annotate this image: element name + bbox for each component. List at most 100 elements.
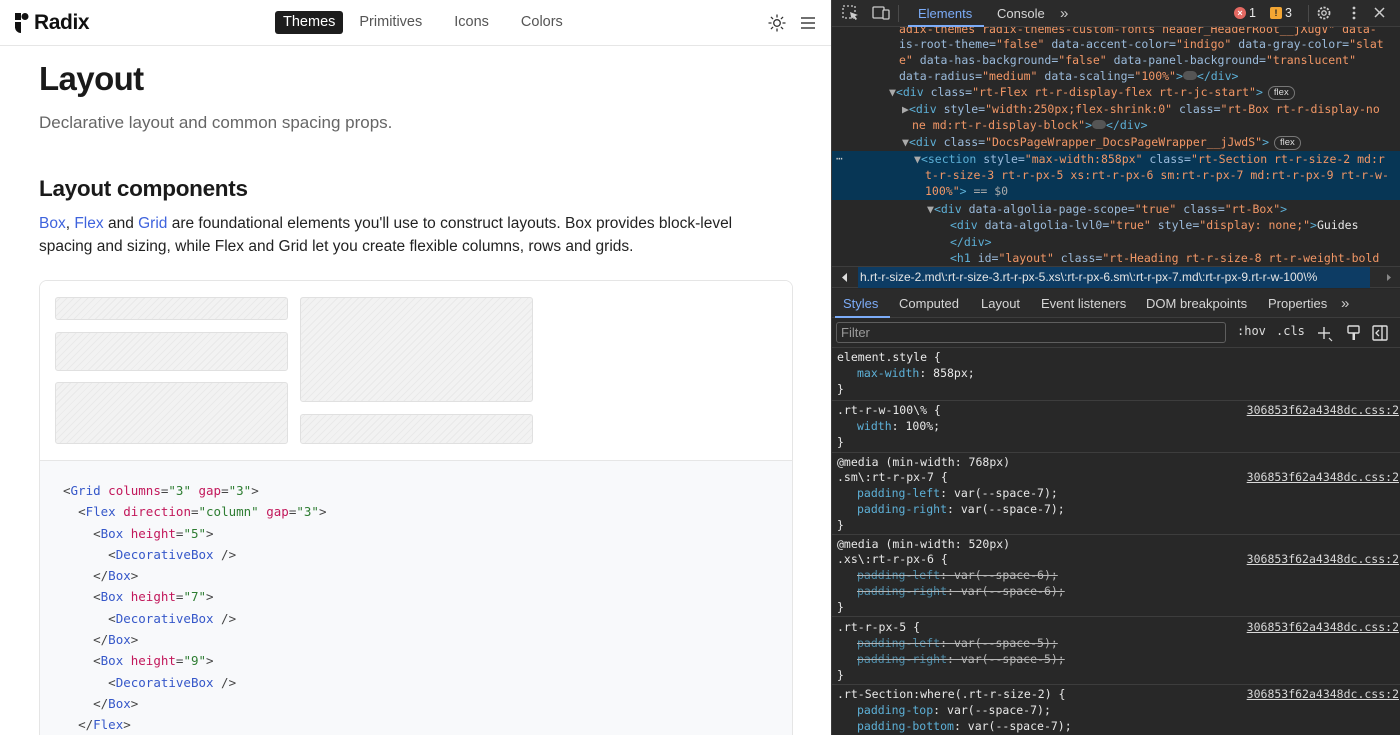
dom-tree: ⋯ adix-themes radix-themes-custom-fonts … [832,27,1400,266]
more-subtabs-chevron-icon[interactable]: » [1341,289,1349,318]
styles-filter-row: :hov .cls [832,318,1400,348]
dom-line[interactable]: ▼<div class="rt-Flex rt-r-display-flex r… [889,84,1295,100]
dom-line[interactable]: data-radius="medium" data-scaling="100%"… [899,68,1238,84]
rule-declaration[interactable]: padding-left: var(--space-7); [857,485,1058,501]
rule-declaration[interactable]: padding-right: var(--space-7); [857,501,1065,517]
code-line: </Box> [93,632,139,648]
code-line: </Box> [93,695,139,711]
style-rule-section-size2[interactable]: .rt-Section:where(.rt-r-size-2) { 306853… [832,685,1400,735]
close-devtools-icon[interactable] [1370,4,1390,22]
dom-line[interactable]: ne md:rt-r-display-block"> </div> [912,117,1148,133]
rule-source-link[interactable]: 306853f62a4348dc.css:2 [1247,619,1399,635]
subtab-event-listeners[interactable]: Event listeners [1041,289,1126,318]
expand-arrow-icon[interactable]: ▼ [914,152,921,166]
box-link[interactable]: Box [39,215,66,232]
more-options-icon[interactable] [1344,4,1364,22]
hamburger-menu-icon[interactable] [799,13,817,33]
code-line: </Box> [93,568,139,584]
rule-declaration[interactable]: padding-top: var(--space-7); [857,702,1051,718]
rule-source-link[interactable]: 306853f62a4348dc.css:2 [1247,686,1399,702]
expand-arrow-icon[interactable]: ▼ [902,135,909,149]
decorative-box [55,382,288,444]
style-rule-width[interactable]: .rt-r-w-100\% { 306853f62a4348dc.css:2 w… [832,401,1400,453]
breadcrumb-bar: h.rt-r-size-2.md\:rt-r-size-3.rt-r-px-5.… [832,266,1400,288]
dom-line[interactable]: <div data-algolia-lvl0="true" style="dis… [950,217,1359,233]
style-rule-element[interactable]: element.style { max-width: 858px; } [832,349,1400,401]
inspect-element-icon[interactable] [841,4,861,22]
nav-link-themes[interactable]: Themes [275,11,344,34]
rule-declaration-overridden[interactable]: padding-right: var(--space-5); [857,651,1065,667]
dom-line-selected[interactable]: 100%"> == $0 [925,183,1008,199]
code-line: </Flex> [78,717,131,733]
dom-line-selected[interactable]: ▼<section style="max-width:858px" class=… [914,151,1385,167]
dom-line[interactable]: ▶<div style="width:250px;flex-shrink:0" … [902,101,1380,117]
flex-badge[interactable]: flex [1274,135,1301,150]
rule-declaration[interactable]: padding-bottom: var(--space-7); [857,718,1072,734]
decorative-box [55,297,288,320]
rule-source-link[interactable]: 306853f62a4348dc.css:2 [1247,402,1399,418]
error-badge[interactable]: × 1 [1234,6,1256,20]
subtab-properties[interactable]: Properties [1268,289,1327,318]
dom-line[interactable]: </div> [950,234,992,250]
expand-arrow-icon[interactable]: ▼ [927,202,934,216]
warning-icon: ! [1270,7,1282,19]
breadcrumb-selected-node[interactable]: h.rt-r-size-2.md\:rt-r-size-3.rt-r-px-5.… [858,267,1370,288]
top-navigation: Radix Themes Primitives Icons Colors [0,0,831,46]
class-toggle[interactable]: .cls [1276,324,1305,338]
collapsed-ellipsis-icon[interactable] [1092,120,1107,129]
flex-link[interactable]: Flex [74,215,103,232]
toolbar-divider [898,5,899,22]
collapse-arrow-icon[interactable]: ▶ [902,102,909,116]
radix-logo[interactable]: Radix [14,10,90,36]
style-rule-sm-px7[interactable]: @media (min-width: 768px) .sm\:rt-r-px-7… [832,453,1400,535]
hover-state-toggle[interactable]: :hov [1237,324,1266,338]
nav-link-icons[interactable]: Icons [446,11,497,34]
code-line: <DecorativeBox /> [108,674,237,690]
rule-declaration[interactable]: width: 100%; [857,418,940,434]
breadcrumb-scroll-left-icon[interactable] [832,267,856,288]
style-rule-px5[interactable]: .rt-r-px-5 { 306853f62a4348dc.css:2 padd… [832,617,1400,685]
dom-line[interactable]: ▼<div data-algolia-page-scope="true" cla… [927,201,1287,217]
collapsed-ellipsis-icon[interactable] [1182,71,1197,80]
nav-link-primitives[interactable]: Primitives [351,11,430,34]
node-actions-icon[interactable]: ⋯ [836,151,843,167]
rule-declaration-overridden[interactable]: padding-left: var(--space-6); [857,567,1058,583]
rule-source-link[interactable]: 306853f62a4348dc.css:2 [1247,469,1399,485]
rule-close: } [837,435,844,449]
toggle-sidebar-icon[interactable] [1371,324,1389,342]
nav-link-colors[interactable]: Colors [513,11,571,34]
device-toolbar-icon[interactable] [871,4,891,22]
subtab-styles[interactable]: Styles [843,289,878,318]
rule-declaration-overridden[interactable]: padding-right: var(--space-6); [857,583,1065,599]
new-style-rule-plus-icon[interactable] [1316,325,1334,343]
code-line: <Box height="9"> [93,653,214,669]
rule-declaration[interactable]: max-width: 858px; [857,365,975,381]
dom-line[interactable]: e" data-has-background="false" data-pane… [899,52,1356,68]
dom-line-selected[interactable]: t-r-size-3 rt-r-px-5 xs:rt-r-px-6 sm:rt-… [925,167,1389,183]
tab-console[interactable]: Console [997,0,1045,27]
dom-line[interactable]: <h1 id="layout" class="rt-Heading rt-r-s… [950,250,1379,266]
logo-text: Radix [34,11,90,34]
error-icon: × [1234,7,1246,19]
subtab-layout[interactable]: Layout [981,289,1020,318]
dom-line[interactable]: ▼<div class="DocsPageWrapper_DocsPageWra… [902,134,1301,150]
subtab-computed[interactable]: Computed [899,289,959,318]
subtab-dom-breakpoints[interactable]: DOM breakpoints [1146,289,1247,318]
paint-brush-icon[interactable] [1345,324,1363,342]
more-tabs-chevron-icon[interactable]: » [1060,0,1068,27]
radix-logo-icon [15,13,29,33]
rule-selector: element.style { [837,350,941,364]
styles-filter-input[interactable] [836,322,1226,343]
breadcrumb-scroll-right-icon[interactable] [1378,267,1400,288]
flex-badge[interactable]: flex [1267,85,1295,100]
theme-toggle-sun-icon[interactable] [767,13,787,33]
warning-badge[interactable]: ! 3 [1270,6,1292,20]
dom-line[interactable]: is-root-theme="false" data-accent-color=… [899,36,1384,52]
tab-elements[interactable]: Elements [918,0,972,27]
style-rule-xs-px6[interactable]: @media (min-width: 520px) .xs\:rt-r-px-6… [832,535,1400,617]
rule-source-link[interactable]: 306853f62a4348dc.css:2 [1247,551,1399,567]
settings-gear-icon[interactable] [1314,4,1334,22]
expand-arrow-icon[interactable]: ▼ [889,85,896,99]
rule-declaration-overridden[interactable]: padding-left: var(--space-5); [857,635,1058,651]
grid-link[interactable]: Grid [138,215,167,232]
